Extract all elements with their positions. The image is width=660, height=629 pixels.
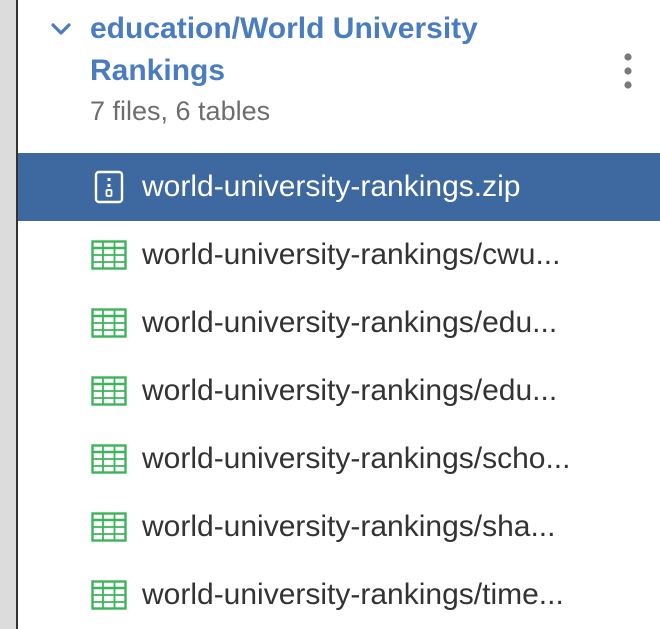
dataset-header: education/World University Rankings 7 fi… xyxy=(18,0,660,153)
dataset-summary: 7 files, 6 tables xyxy=(90,96,271,126)
file-item[interactable]: world-university-rankings.zip xyxy=(18,153,660,221)
file-name: world-university-rankings/time... xyxy=(142,578,564,611)
table-icon xyxy=(90,372,128,410)
file-name: world-university-rankings.zip xyxy=(142,170,521,203)
file-item[interactable]: world-university-rankings/time... xyxy=(18,561,660,629)
file-name: world-university-rankings/edu... xyxy=(142,374,558,407)
kebab-menu-icon[interactable] xyxy=(616,50,640,94)
file-item[interactable]: world-university-rankings/scho... xyxy=(18,425,660,493)
file-name: world-university-rankings/sha... xyxy=(142,510,556,543)
file-item[interactable]: world-university-rankings/edu... xyxy=(18,289,660,357)
table-icon xyxy=(90,236,128,274)
dataset-title[interactable]: education/World University Rankings xyxy=(90,8,560,92)
zip-file-icon xyxy=(90,168,128,206)
table-icon xyxy=(90,440,128,478)
table-icon xyxy=(90,576,128,614)
chevron-down-icon[interactable] xyxy=(50,18,72,40)
file-name: world-university-rankings/scho... xyxy=(142,442,571,475)
table-icon xyxy=(90,508,128,546)
dataset-panel: education/World University Rankings 7 fi… xyxy=(16,0,660,629)
file-name: world-university-rankings/edu... xyxy=(142,306,558,339)
file-item[interactable]: world-university-rankings/sha... xyxy=(18,493,660,561)
table-icon xyxy=(90,304,128,342)
file-item[interactable]: world-university-rankings/edu... xyxy=(18,357,660,425)
file-list: world-university-rankings.zip world-univ… xyxy=(18,153,660,629)
file-name: world-university-rankings/cwu... xyxy=(142,238,561,271)
file-item[interactable]: world-university-rankings/cwu... xyxy=(18,221,660,289)
